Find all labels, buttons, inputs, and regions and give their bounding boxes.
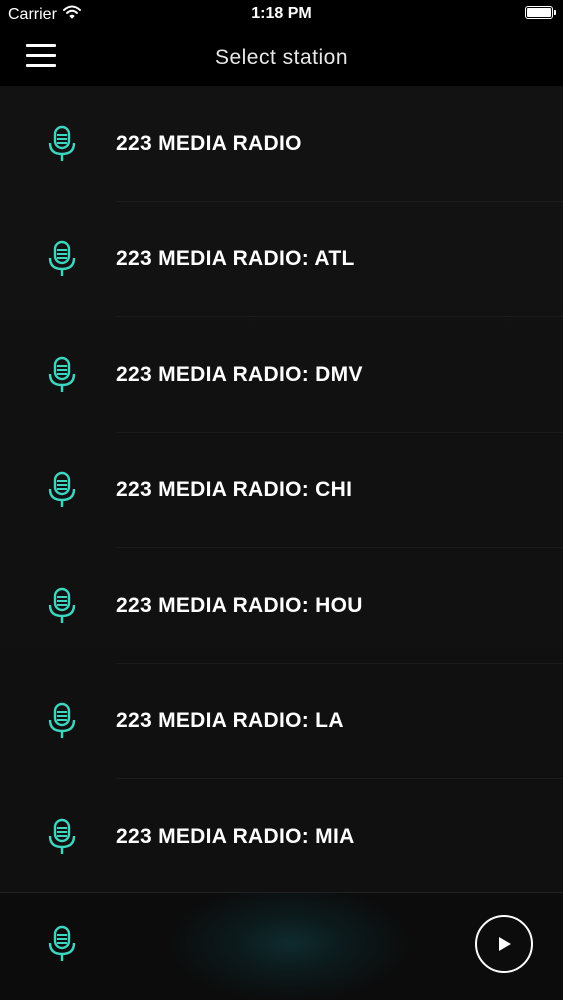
station-row[interactable]: 223 MEDIA RADIO: ATL: [0, 202, 563, 318]
station-name: 223 MEDIA RADIO: MIA: [116, 824, 355, 848]
station-row[interactable]: 223 MEDIA RADIO: LA: [0, 664, 563, 780]
battery-fill: [527, 8, 551, 17]
status-bar: Carrier 1:18 PM: [0, 0, 563, 30]
app-screen: Carrier 1:18 PM Select station 223 MEDIA…: [0, 0, 563, 1000]
microphone-icon: [48, 125, 76, 161]
battery-icon: [525, 6, 556, 19]
station-name: 223 MEDIA RADIO: CHI: [116, 478, 353, 502]
microphone-icon: [48, 356, 76, 392]
station-name: 223 MEDIA RADIO: HOU: [116, 593, 363, 617]
page-title: Select station: [214, 46, 349, 69]
microphone-icon: [48, 241, 76, 277]
microphone-icon: [48, 472, 76, 508]
station-row[interactable]: 223 MEDIA RADIO: CHI: [0, 433, 563, 549]
station-name: 223 MEDIA RADIO: DMV: [116, 362, 363, 386]
station-row[interactable]: 223 MEDIA RADIO: MIA: [0, 779, 563, 892]
station-list: 223 MEDIA RADIO 223 MEDIA RADIO: ATL 223 M…: [0, 86, 563, 892]
station-row[interactable]: 223 MEDIA RADIO: [0, 86, 563, 202]
player-bar: [0, 892, 563, 1000]
play-icon: [499, 937, 511, 951]
microphone-icon: [48, 587, 76, 623]
nav-bar: Select station: [0, 30, 563, 86]
station-name: 223 MEDIA RADIO: LA: [116, 709, 344, 733]
microphone-icon: [48, 818, 76, 854]
station-row[interactable]: 223 MEDIA RADIO: HOU: [0, 548, 563, 664]
microphone-icon: [48, 925, 76, 961]
microphone-icon: [48, 703, 76, 739]
battery-area: [525, 6, 556, 19]
status-time: 1:18 PM: [251, 5, 312, 22]
station-name: 223 MEDIA RADIO: ATL: [116, 247, 355, 271]
play-button[interactable]: [475, 915, 533, 973]
station-name: 223 MEDIA RADIO: [116, 131, 302, 155]
station-row[interactable]: 223 MEDIA RADIO: DMV: [0, 317, 563, 433]
